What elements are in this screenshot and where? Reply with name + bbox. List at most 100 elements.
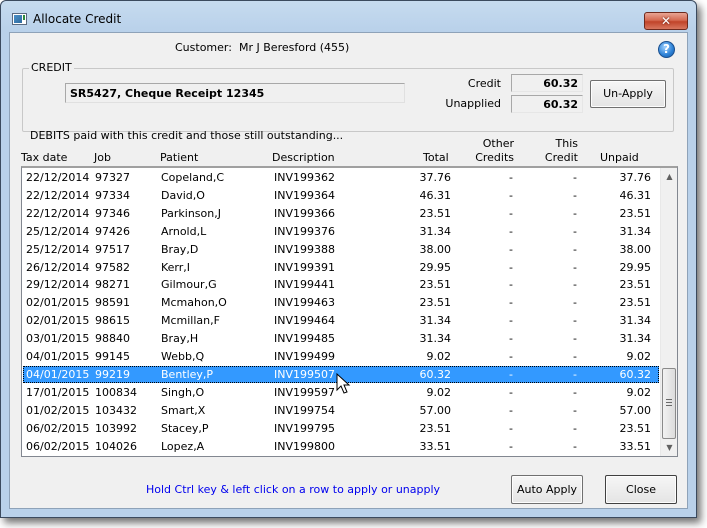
- cell-unpaid: 33.51: [619, 439, 652, 453]
- cell-description: INV199499: [274, 350, 335, 363]
- cell-total: 37.76: [419, 171, 452, 184]
- cell-job: 98615: [95, 314, 130, 328]
- table-row[interactable]: 06/02/2015 104026 Lopez,A INV199800 33.51 - - 3…: [23, 438, 659, 455]
- cell-total: 23.51: [419, 206, 452, 220]
- table-row[interactable]: 25/12/2014 97517 Bray,D INV199388 38.00 - - 38.…: [23, 241, 659, 258]
- cell-patient: Parkinson,J: [161, 206, 221, 220]
- cell-other-credits: -: [509, 350, 513, 363]
- cell-this-credit: -: [573, 206, 577, 220]
- column-header-tax-date[interactable]: Tax date: [21, 151, 67, 165]
- column-header-other-credits-line1: Other: [482, 137, 514, 150]
- cell-other-credits: -: [509, 242, 513, 256]
- cell-unpaid: 38.00: [619, 242, 652, 256]
- table-row[interactable]: 26/12/2014 97582 Kerr,I INV199391 29.95 - - 29.…: [23, 259, 659, 276]
- cell-description: INV199485: [274, 332, 335, 346]
- table-row[interactable]: 06/02/2015 103992 Stacey,P INV199795 23.51 - -…: [23, 420, 659, 437]
- cell-other-credits: -: [509, 332, 513, 346]
- table-row[interactable]: 02/01/2015 98615 Mcmillan,F INV199464 31.34 -…: [23, 312, 659, 329]
- cell-other-credits: -: [509, 421, 513, 435]
- cell-other-credits: -: [509, 171, 513, 184]
- table-row[interactable]: 29/12/2014 98271 Gilmour,G INV199441 23.51 - -…: [23, 276, 659, 293]
- scroll-up-arrow-icon[interactable]: ▲: [661, 168, 677, 185]
- app-window-icon: [12, 13, 27, 25]
- cell-job: 104026: [95, 439, 137, 453]
- cell-this-credit: -: [573, 332, 577, 346]
- cell-job: 98840: [95, 332, 130, 346]
- column-header-other-credits[interactable]: Other Credits: [472, 137, 514, 165]
- cell-total: 23.51: [419, 278, 452, 292]
- table-row[interactable]: 01/02/2015 103432 Smart,X INV199754 57.00 - - 5…: [23, 402, 659, 419]
- cell-patient: Bray,D: [161, 242, 199, 256]
- column-header-job[interactable]: Job: [94, 151, 111, 165]
- table-row[interactable]: 22/12/2014 97327 Copeland,C INV199362 37.76 -…: [23, 169, 659, 186]
- unapplied-amount-label: Unapplied: [445, 97, 501, 110]
- cell-tax-date: 04/01/2015: [26, 350, 90, 363]
- close-button[interactable]: Close: [605, 475, 677, 504]
- vertical-scrollbar[interactable]: ▲ ▼: [660, 168, 677, 456]
- cell-unpaid: 29.95: [619, 260, 652, 274]
- table-row[interactable]: 22/12/2014 97346 Parkinson,J INV199366 23.51…: [23, 205, 659, 222]
- cell-description: INV199754: [274, 403, 335, 417]
- cell-patient: Bray,H: [161, 332, 199, 346]
- window-close-button[interactable]: ✕: [644, 12, 688, 30]
- cell-patient: Smart,X: [161, 403, 206, 417]
- cell-tax-date: 22/12/2014: [26, 171, 90, 184]
- scroll-down-arrow-icon[interactable]: ▼: [661, 439, 677, 456]
- cell-other-credits: -: [509, 403, 513, 417]
- cell-other-credits: -: [509, 439, 513, 453]
- cell-other-credits: -: [509, 188, 513, 202]
- table-row[interactable]: 22/12/2014 97334 David,O INV199364 46.31 - - 46…: [23, 187, 659, 204]
- cell-description: INV199364: [274, 188, 335, 202]
- cell-other-credits: -: [509, 367, 513, 381]
- cell-this-credit: -: [573, 385, 577, 399]
- cell-other-credits: -: [509, 385, 513, 399]
- auto-apply-button[interactable]: Auto Apply: [511, 475, 583, 504]
- cell-patient: Lopez,A: [161, 439, 205, 453]
- column-header-description[interactable]: Description: [272, 151, 335, 165]
- help-icon[interactable]: ?: [658, 41, 675, 58]
- cell-this-credit: -: [573, 403, 577, 417]
- column-header-patient[interactable]: Patient: [160, 151, 198, 165]
- table-row[interactable]: 25/12/2014 97426 Arnold,L INV199376 31.34 - - 3…: [23, 223, 659, 240]
- cell-description: INV199362: [274, 171, 335, 184]
- instruction-hint: Hold Ctrl key & left click on a row to a…: [146, 483, 441, 496]
- cell-job: 99219: [95, 367, 130, 381]
- column-header-unpaid[interactable]: Unpaid: [600, 151, 639, 165]
- cell-unpaid: 23.51: [619, 296, 652, 310]
- cell-unpaid: 37.76: [619, 171, 652, 184]
- cell-tax-date: 22/12/2014: [26, 188, 90, 202]
- cell-patient: Bentley,P: [161, 367, 214, 381]
- cell-total: 9.02: [426, 385, 452, 399]
- column-header-this-credit[interactable]: This Credit: [540, 137, 578, 165]
- cell-description: INV199795: [274, 421, 335, 435]
- cell-description: INV199463: [274, 296, 335, 310]
- cell-tax-date: 17/01/2015: [26, 385, 90, 399]
- un-apply-button[interactable]: Un-Apply: [590, 80, 666, 108]
- mouse-pointer-icon: [336, 372, 351, 394]
- close-icon: ✕: [660, 14, 672, 28]
- cell-job: 100834: [95, 385, 137, 399]
- cell-total: 57.00: [419, 403, 452, 417]
- column-header-other-credits-line2: Credits: [475, 151, 514, 164]
- cell-job: 98591: [95, 296, 130, 310]
- credit-amount-value: 60.32: [511, 74, 583, 92]
- table-row[interactable]: 02/01/2015 98591 Mcmahon,O INV199463 23.51 - -…: [23, 294, 659, 311]
- title-bar[interactable]: Allocate Credit ✕: [1, 1, 696, 31]
- cell-description: INV199388: [274, 242, 335, 256]
- cell-total: 33.51: [419, 439, 452, 453]
- cell-this-credit: -: [573, 188, 577, 202]
- cell-patient: Mcmahon,O: [161, 296, 227, 310]
- cell-tax-date: 04/01/2015: [26, 367, 90, 381]
- cell-other-credits: -: [509, 314, 513, 328]
- column-header-total[interactable]: Total: [423, 151, 449, 165]
- table-row[interactable]: 04/01/2015 99145 Webb,Q INV199499 9.02 - - 9.02: [23, 348, 659, 365]
- unapplied-amount-value: 60.32: [511, 95, 583, 113]
- table-row[interactable]: 03/01/2015 98840 Bray,H INV199485 31.34 - - 31.…: [23, 330, 659, 347]
- scrollbar-thumb[interactable]: [662, 368, 676, 439]
- cell-this-credit: -: [573, 314, 577, 328]
- cell-patient: David,O: [161, 188, 205, 202]
- cell-tax-date: 02/01/2015: [26, 314, 90, 328]
- debits-list[interactable]: 22/12/2014 97327 Copeland,C INV199362 37.76 -…: [21, 166, 678, 457]
- cell-job: 97517: [95, 242, 130, 256]
- cell-total: 23.51: [419, 296, 452, 310]
